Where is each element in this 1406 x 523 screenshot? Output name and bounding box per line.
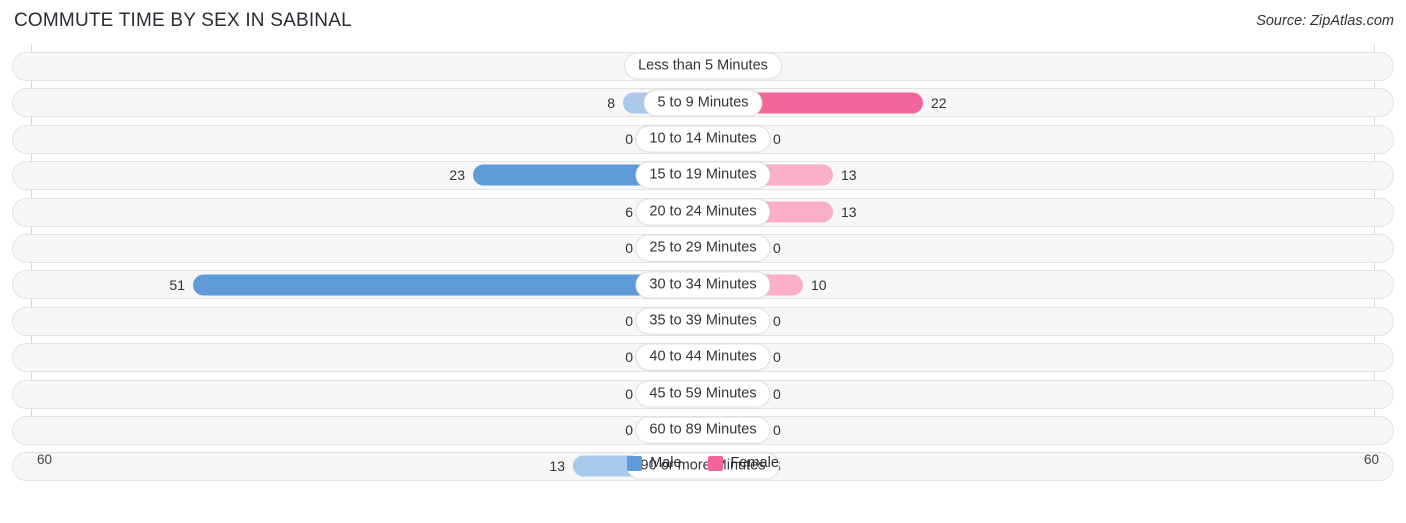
row-bars: 0 0 25 to 29 Minutes: [0, 230, 1406, 266]
female-value-label: 0: [773, 130, 781, 147]
chart-page: COMMUTE TIME BY SEX IN SABINAL Source: Z…: [0, 0, 1406, 523]
category-label: 30 to 34 Minutes: [635, 271, 771, 299]
category-label: Less than 5 Minutes: [624, 52, 782, 80]
male-value-label: 0: [625, 240, 633, 257]
male-value-label: 8: [607, 94, 615, 111]
bar-row: 23 13 15 to 19 Minutes: [0, 157, 1406, 193]
category-label: 20 to 24 Minutes: [635, 198, 771, 226]
bar-row: 51 10 30 to 34 Minutes: [0, 266, 1406, 302]
bar-row: 0 0 25 to 29 Minutes: [0, 230, 1406, 266]
row-bars: 0 0 45 to 59 Minutes: [0, 376, 1406, 412]
male-value-label: 0: [625, 130, 633, 147]
male-value-label: 0: [625, 312, 633, 329]
bar-row: 6 13 20 to 24 Minutes: [0, 194, 1406, 230]
bar-row: 0 0 60 to 89 Minutes: [0, 412, 1406, 448]
bar-row: 0 0 10 to 14 Minutes: [0, 121, 1406, 157]
row-bars: 6 13 20 to 24 Minutes: [0, 194, 1406, 230]
category-label: 35 to 39 Minutes: [635, 307, 771, 335]
category-label: 10 to 14 Minutes: [635, 125, 771, 153]
category-label: 40 to 44 Minutes: [635, 343, 771, 371]
category-label: 60 to 89 Minutes: [635, 416, 771, 444]
row-bars: 0 0 40 to 44 Minutes: [0, 339, 1406, 375]
chart-legend: Male Female: [0, 455, 1406, 471]
category-label: 45 to 59 Minutes: [635, 380, 771, 408]
row-bars: 23 13 15 to 19 Minutes: [0, 157, 1406, 193]
bar-row: 8 22 5 to 9 Minutes: [0, 84, 1406, 120]
male-value-label: 0: [625, 385, 633, 402]
chart-header: COMMUTE TIME BY SEX IN SABINAL Source: Z…: [0, 0, 1406, 44]
bar-row: 0 0 45 to 59 Minutes: [0, 376, 1406, 412]
legend-label: Male: [650, 455, 682, 471]
row-bars: 0 0 35 to 39 Minutes: [0, 303, 1406, 339]
bar-row: 00Less than 5 Minutes: [0, 48, 1406, 84]
legend-swatch-icon: [707, 455, 723, 471]
male-value-label: 0: [625, 422, 633, 439]
female-value-label: 10: [811, 276, 827, 293]
category-label: 25 to 29 Minutes: [635, 234, 771, 262]
page-title: COMMUTE TIME BY SEX IN SABINAL: [14, 10, 352, 31]
bar-rows: 00Less than 5 Minutes8225 to 9 Minutes00…: [0, 48, 1406, 485]
male-value-label: 51: [169, 276, 185, 293]
legend-item[interactable]: Female: [707, 455, 779, 471]
bar-row: 0 0 40 to 44 Minutes: [0, 339, 1406, 375]
male-bar[interactable]: [193, 274, 703, 296]
row-bars: 0 0 10 to 14 Minutes: [0, 121, 1406, 157]
row-bars: 51 10 30 to 34 Minutes: [0, 266, 1406, 302]
row-bars: 8 22 5 to 9 Minutes: [0, 84, 1406, 120]
female-value-label: 0: [773, 240, 781, 257]
legend-swatch-icon: [627, 455, 643, 471]
male-value-label: 0: [625, 349, 633, 366]
male-value-label: 6: [625, 203, 633, 220]
category-label: 15 to 19 Minutes: [635, 161, 771, 189]
female-value-label: 13: [841, 203, 857, 220]
row-bars: 00Less than 5 Minutes: [0, 48, 1406, 84]
row-bars: 0 0 60 to 89 Minutes: [0, 412, 1406, 448]
source-attribution: Source: ZipAtlas.com: [1256, 13, 1394, 29]
female-value-label: 0: [773, 312, 781, 329]
bar-row: 0 0 35 to 39 Minutes: [0, 303, 1406, 339]
female-value-label: 22: [931, 94, 947, 111]
male-value-label: 23: [449, 167, 465, 184]
female-value-label: 0: [773, 422, 781, 439]
female-value-label: 13: [841, 167, 857, 184]
legend-item[interactable]: Male: [627, 455, 682, 471]
legend-label: Female: [730, 455, 779, 471]
chart-plot-area: 00Less than 5 Minutes8225 to 9 Minutes00…: [0, 44, 1406, 482]
female-value-label: 0: [773, 349, 781, 366]
category-label: 5 to 9 Minutes: [643, 89, 763, 117]
female-value-label: 0: [773, 385, 781, 402]
